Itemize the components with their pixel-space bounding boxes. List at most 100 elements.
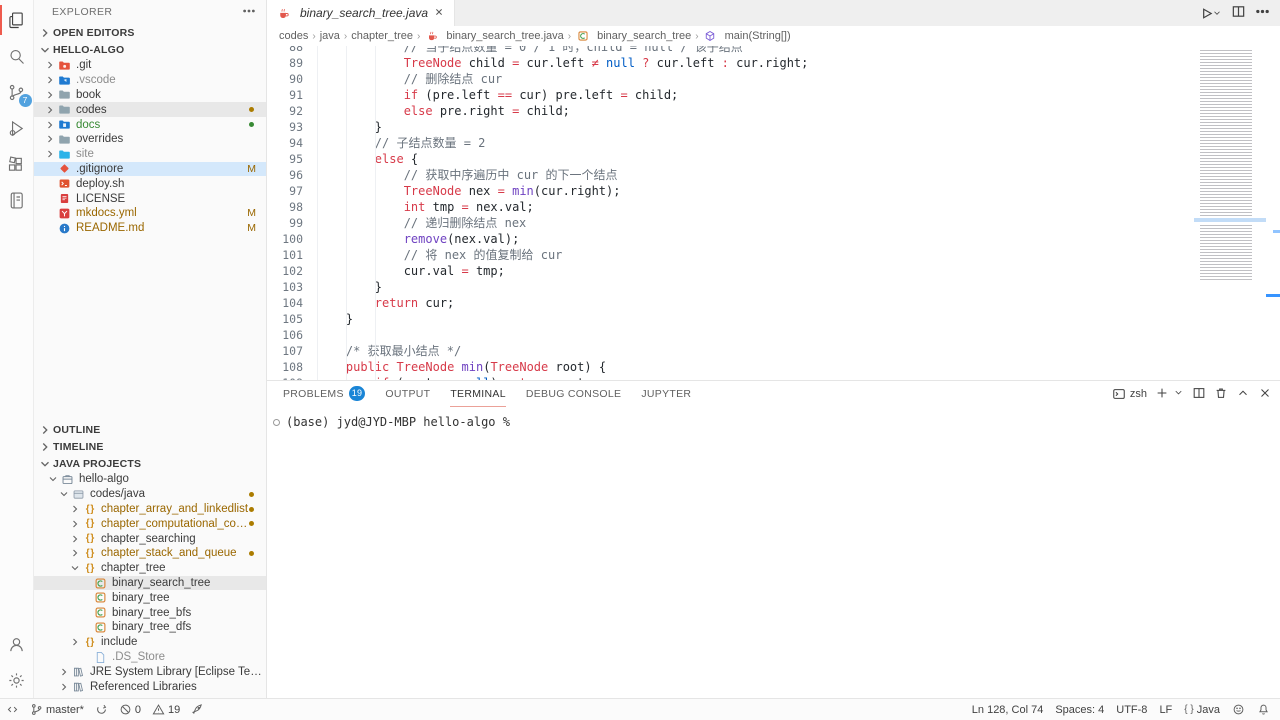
status-error[interactable]: 0 [119,699,141,720]
tree-item-mkdocs.yml[interactable]: mkdocs.ymlM [34,206,266,221]
line-number: 98 [267,199,303,215]
chevron-down-icon [47,473,60,486]
code-token: root) { [548,360,606,374]
tree-item-chapter_stack_and_queue[interactable]: { }chapter_stack_and_queue [34,546,266,561]
breadcrumb-item[interactable]: main(String[]) [703,30,791,43]
tab-close-icon[interactable] [433,6,445,21]
library-icon [71,665,86,678]
activity-files-icon[interactable] [0,2,34,38]
maximize-panel-icon[interactable] [1236,386,1250,403]
command-decoration-icon[interactable] [273,419,280,426]
editor-actions [1199,0,1280,26]
tree-item-binary_tree_bfs[interactable]: binary_tree_bfs [34,605,266,620]
activity-run-debug-icon[interactable] [0,110,34,146]
tree-item-readme.md[interactable]: README.mdM [34,221,266,236]
breadcrumb-item[interactable]: chapter_tree [351,30,413,42]
tree-item-codes[interactable]: codes [34,102,266,117]
panel-tab-jupyter[interactable]: JUPYTER [641,381,691,407]
tab-binary-search-tree[interactable]: binary_search_tree.java [267,0,455,26]
activity-settings-gear-icon[interactable] [0,662,34,698]
tree-item-binary_search_tree[interactable]: binary_search_tree [34,576,266,591]
braces-icon: { } [82,562,97,575]
tree-item-label: codes [76,104,249,116]
panel-tab-terminal[interactable]: TERMINAL [450,381,506,407]
kill-terminal-icon[interactable] [1214,386,1228,403]
git-modified-dot [249,492,254,497]
code-editor[interactable]: 88 // 当子结点数量 = 0 / 1 时，child = null / 该子… [267,46,1280,380]
status-spaces-4[interactable]: Spaces: 4 [1055,699,1104,720]
breadcrumb-label: codes [279,30,308,42]
tree-item-include[interactable]: { }include [34,635,266,650]
tree-item-.ds_store[interactable]: .DS_Store [34,650,266,665]
shell-picker[interactable]: zsh [1112,387,1147,401]
code-token: min [462,360,484,374]
tree-item-book[interactable]: book [34,88,266,103]
tree-item-chapter_searching[interactable]: { }chapter_searching [34,531,266,546]
minimap[interactable] [1194,46,1266,380]
status-rocket[interactable] [191,699,204,720]
tree-item-.vscode[interactable]: .vscode [34,73,266,88]
tree-item-.gitignore[interactable]: .gitignoreM [34,162,266,177]
status-ln-128-col-74[interactable]: Ln 128, Col 74 [972,699,1044,720]
tree-item-codes-java[interactable]: codes/java [34,487,266,502]
code-line: 96 // 获取中序遍历中 cur 的下一个结点 [267,167,1280,183]
tree-item-chapter_tree[interactable]: { }chapter_tree [34,561,266,576]
open-editors-section[interactable]: OPEN EDITORS [34,24,266,41]
close-panel-icon[interactable] [1258,386,1272,403]
breadcrumb-item[interactable]: java [320,30,340,42]
split-terminal-icon[interactable] [1192,386,1206,403]
new-terminal-icon[interactable] [1155,386,1169,403]
status-feedback[interactable] [1232,699,1245,720]
breadcrumb-item[interactable]: binary_search_tree [575,30,691,43]
timeline-section[interactable]: TIMELINE [34,438,266,455]
tree-item-chapter_computational_complexity[interactable]: { }chapter_computational_complexity [34,516,266,531]
panel-tab-debug-console[interactable]: DEBUG CONSOLE [526,381,622,407]
tree-item-docs[interactable]: docs [34,117,266,132]
tree-item-deploy.sh[interactable]: deploy.sh [34,176,266,191]
status-bell[interactable] [1257,699,1270,720]
tree-item-binary_tree_dfs[interactable]: binary_tree_dfs [34,620,266,635]
status-braces-lang[interactable]: { }Java [1184,699,1220,720]
outline-section[interactable]: OUTLINE [34,421,266,438]
tree-item-chapter_array_and_linkedlist[interactable]: { }chapter_array_and_linkedlist [34,502,266,517]
breadcrumb-item[interactable]: binary_search_tree.java [424,30,563,43]
terminal-dropdown-icon[interactable] [1173,387,1184,401]
run-button[interactable] [1199,6,1222,21]
activity-bar: 7 [0,0,34,698]
status-lf[interactable]: LF [1159,699,1172,720]
status-sync[interactable] [95,699,108,720]
code-line: 91 if (pre.left == cur) pre.left = child… [267,87,1280,103]
status-remote[interactable] [6,699,19,720]
breadcrumb-label: main(String[]) [725,30,791,42]
split-editor-icon[interactable] [1231,4,1246,22]
workspace-root-section[interactable]: HELLO-ALGO [34,41,266,58]
sidebar-spacer [34,236,266,421]
line-content: return cur; [303,295,454,311]
breadcrumb-label: binary_search_tree [597,30,691,42]
status-branch[interactable]: master* [30,699,84,720]
panel-tab-problems[interactable]: PROBLEMS19 [283,381,365,407]
activity-source-control-icon[interactable]: 7 [0,74,34,110]
tree-item-license[interactable]: LICENSE [34,191,266,206]
status-utf-8[interactable]: UTF-8 [1116,699,1147,720]
tree-item-overrides[interactable]: overrides [34,132,266,147]
breadcrumb-item[interactable]: codes [279,30,308,42]
activity-search-icon[interactable] [0,38,34,74]
more-actions-icon[interactable] [1255,4,1270,22]
tree-item-.git[interactable]: .git [34,58,266,73]
explorer-more-actions-icon[interactable] [242,4,256,21]
tree-item-site[interactable]: site [34,147,266,162]
tree-item-jre-system-library-eclipse-temurin-17-17....[interactable]: JRE System Library [Eclipse Temurin 17 [… [34,664,266,679]
overview-ruler[interactable] [1266,46,1280,380]
tree-item-binary_tree[interactable]: binary_tree [34,590,266,605]
terminal[interactable]: (base) jyd@JYD-MBP hello-algo % [267,407,1280,698]
class-icon [93,621,108,634]
activity-account-icon[interactable] [0,626,34,662]
java-projects-section[interactable]: JAVA PROJECTS [34,455,266,472]
activity-extensions-icon[interactable] [0,146,34,182]
activity-notebook-icon[interactable] [0,182,34,218]
tree-item-hello-algo[interactable]: hello-algo [34,472,266,487]
panel-tab-output[interactable]: OUTPUT [385,381,430,407]
status-warning[interactable]: 19 [152,699,180,720]
tree-item-referenced-libraries[interactable]: Referenced Libraries [34,679,266,694]
